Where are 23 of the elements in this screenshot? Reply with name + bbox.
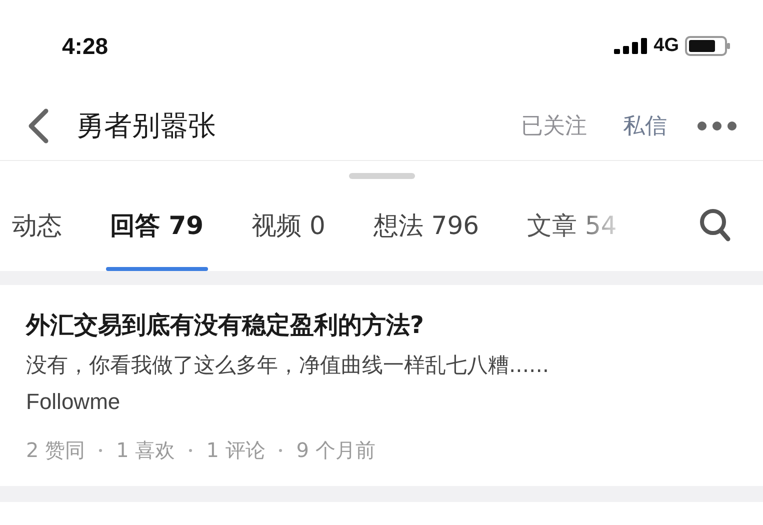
- profile-tab[interactable]: 文章 54: [523, 179, 621, 271]
- profile-tab[interactable]: 动态: [8, 179, 66, 271]
- stat-label: 1 喜欢: [116, 437, 176, 464]
- stat-label: 9 个月前: [296, 437, 376, 464]
- search-icon[interactable]: [699, 208, 731, 242]
- drag-handle[interactable]: [348, 173, 414, 179]
- network-label: 4G: [654, 35, 679, 57]
- profile-tab[interactable]: 想法 796: [369, 179, 484, 271]
- back-icon[interactable]: [26, 108, 50, 144]
- status-time: 4:28: [62, 32, 108, 60]
- question-title: 外汇交易到底有没有稳定盈利的方法?: [26, 310, 425, 341]
- message-button[interactable]: 私信: [623, 111, 667, 141]
- answer-card[interactable]: 外汇交易到底有没有稳定盈利的方法? 没有，你看我做了这么多年，净值曲线一样乱七八糟...... Followme 2 赞同 1 喜欢 1 评论 9 个月前: [0, 285, 763, 502]
- profile-name: 勇者别嚣张: [76, 108, 217, 144]
- signal-icon: [614, 38, 648, 54]
- answer-excerpt: 没有，你看我做了这么多年，净值曲线一样乱七八糟......: [26, 352, 550, 379]
- profile-tab[interactable]: 视频 0: [248, 179, 330, 271]
- stat-label: 2 赞同: [26, 437, 86, 464]
- author-name: Followme: [26, 389, 122, 415]
- more-icon[interactable]: [697, 121, 737, 131]
- stat-label: 1 评论: [206, 437, 266, 464]
- battery-icon: [685, 36, 731, 56]
- profile-tab[interactable]: 回答 79: [106, 179, 208, 271]
